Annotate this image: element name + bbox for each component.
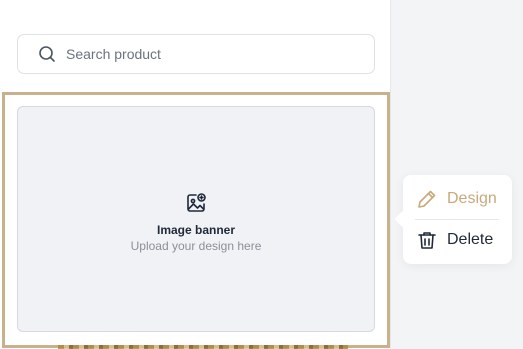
- banner-subtitle: Upload your design here: [130, 239, 262, 253]
- search-input[interactable]: [66, 46, 336, 62]
- search-icon: [38, 45, 56, 63]
- product-panel: Image banner Upload your design here: [0, 0, 391, 349]
- pencil-icon: [416, 188, 438, 210]
- block-context-menu: Design Delete: [403, 175, 512, 264]
- image-add-icon: [185, 192, 207, 214]
- next-block-preview: [58, 345, 348, 349]
- search-box[interactable]: [17, 34, 375, 74]
- trash-icon: [416, 229, 438, 251]
- design-label: Design: [447, 190, 497, 207]
- delete-label: Delete: [447, 231, 494, 248]
- menu-divider: [415, 219, 499, 220]
- banner-title: Image banner: [156, 223, 236, 237]
- design-menu-item[interactable]: Design: [416, 186, 502, 212]
- editor-stage: Image banner Upload your design here Des…: [0, 0, 523, 349]
- delete-menu-item[interactable]: Delete: [416, 227, 502, 253]
- image-banner-placeholder[interactable]: Image banner Upload your design here: [17, 106, 375, 332]
